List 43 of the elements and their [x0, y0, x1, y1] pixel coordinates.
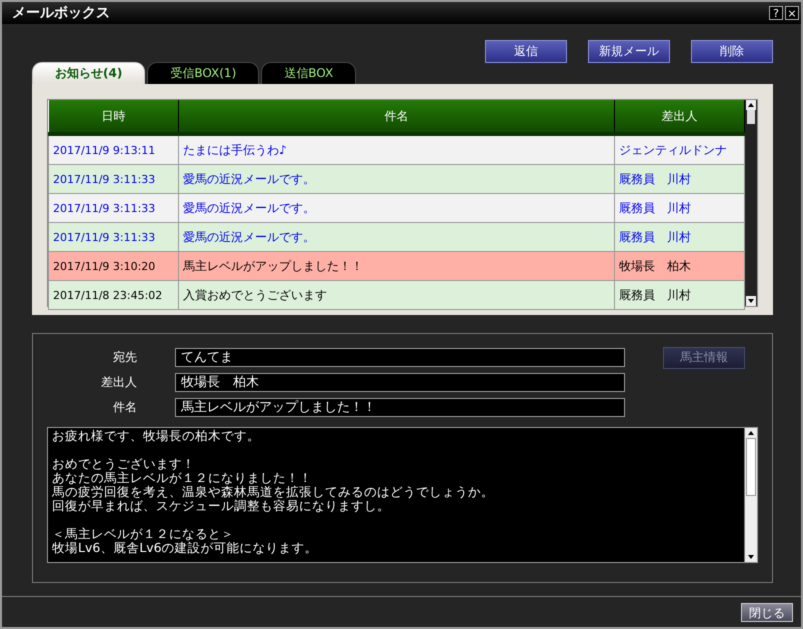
scroll-thumb[interactable]: [746, 438, 756, 496]
tab[interactable]: 送信BOX: [261, 62, 356, 84]
tab[interactable]: 受信BOX(1): [147, 62, 260, 84]
column-header: 日時: [48, 100, 178, 134]
field-label: 宛先: [112, 349, 138, 366]
scroll-up-icon[interactable]: [746, 100, 756, 110]
date-cell[interactable]: 2017/11/9 9:13:11: [48, 134, 178, 164]
action-button[interactable]: 新規メール: [588, 40, 670, 63]
input-field[interactable]: てんてま: [175, 348, 625, 367]
date-cell[interactable]: 2017/11/9 3:11:33: [48, 164, 178, 194]
input-field[interactable]: 馬主レベルがアップしました！！: [175, 398, 625, 417]
close-button[interactable]: 閉じる: [741, 602, 793, 622]
subject-cell[interactable]: たまには手伝うわ♪: [178, 134, 614, 164]
scroll-thumb[interactable]: [747, 110, 755, 124]
sender-cell[interactable]: 厩務員 川村: [614, 164, 744, 194]
field-label: 差出人: [100, 374, 138, 391]
column-header: 差出人: [614, 100, 744, 134]
sender-cell[interactable]: 厩務員 川村: [614, 222, 744, 252]
date-cell[interactable]: 2017/11/8 23:45:02: [48, 280, 178, 310]
action-button[interactable]: 返信: [485, 40, 567, 63]
tab[interactable]: お知らせ(4): [32, 62, 146, 84]
close-button[interactable]: ×: [785, 6, 799, 20]
window-title: メールボックス: [12, 4, 111, 22]
scrollbar[interactable]: [744, 428, 757, 562]
sender-cell[interactable]: 厩務員 川村: [614, 280, 744, 310]
subject-cell[interactable]: 入賞おめでとうございます: [178, 280, 614, 310]
subject-cell[interactable]: 馬主レベルがアップしました！！: [178, 252, 614, 280]
input-field[interactable]: 牧場長 柏木: [175, 373, 625, 392]
subject-cell[interactable]: 愛馬の近況メールです。: [178, 222, 614, 252]
help-button[interactable]: ?: [769, 6, 783, 20]
sender-cell[interactable]: ジェンティルドンナ: [614, 134, 744, 164]
sender-cell[interactable]: 牧場長 柏木: [614, 252, 744, 280]
scroll-down-icon[interactable]: [746, 296, 756, 306]
sender-cell[interactable]: 厩務員 川村: [614, 194, 744, 222]
scrollbar[interactable]: [745, 100, 757, 306]
subject-cell[interactable]: 愛馬の近況メールです。: [178, 164, 614, 194]
date-cell[interactable]: 2017/11/9 3:11:33: [48, 194, 178, 222]
field-label: 件名: [112, 399, 138, 416]
column-header: 件名: [178, 100, 614, 134]
date-cell[interactable]: 2017/11/9 3:10:20: [48, 252, 178, 280]
date-cell[interactable]: 2017/11/9 3:11:33: [48, 222, 178, 252]
subject-cell[interactable]: 愛馬の近況メールです。: [178, 194, 614, 222]
action-button[interactable]: 削除: [691, 40, 773, 63]
